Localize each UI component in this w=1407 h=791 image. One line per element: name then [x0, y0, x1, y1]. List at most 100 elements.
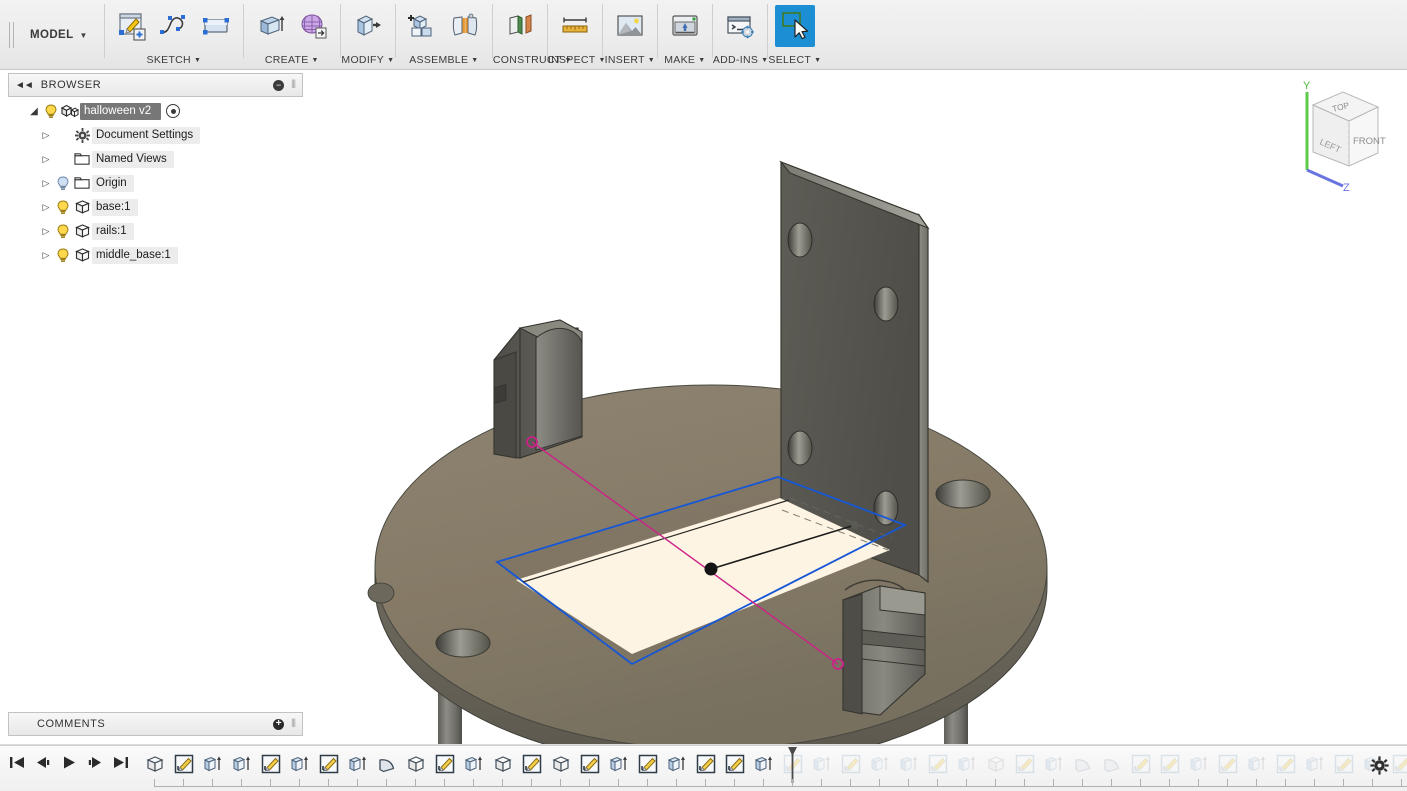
- step-forward-icon[interactable]: [86, 752, 103, 772]
- timeline-feature-extrude[interactable]: [952, 750, 981, 778]
- timeline-feature-box[interactable]: [981, 750, 1010, 778]
- press-pull-icon[interactable]: [348, 5, 388, 47]
- go-to-end-icon[interactable]: [112, 752, 129, 772]
- timeline-feature-sketch[interactable]: [1155, 750, 1184, 778]
- timeline-feature-extrude[interactable]: [894, 750, 923, 778]
- play-icon[interactable]: [60, 752, 77, 772]
- timeline-feature-sketch[interactable]: [633, 750, 662, 778]
- select-window-icon[interactable]: [774, 4, 815, 47]
- toolbar-group-label-insert[interactable]: INSERT ▼: [603, 54, 657, 66]
- timeline-feature-sketch[interactable]: [923, 750, 952, 778]
- joint-icon[interactable]: [445, 5, 485, 47]
- timeline-feature-extrude[interactable]: [1039, 750, 1068, 778]
- go-to-beginning-icon[interactable]: [8, 752, 25, 772]
- timeline-feature-box[interactable]: [401, 750, 430, 778]
- timeline-feature-sketch[interactable]: [720, 750, 749, 778]
- toolbar-group-label-construct[interactable]: CONSTRUCT ▼: [493, 54, 572, 66]
- timeline-feature-extrude[interactable]: [227, 750, 256, 778]
- timeline-feature-extrude[interactable]: [1184, 750, 1213, 778]
- toolbar-group-label-sketch[interactable]: SKETCH ▼: [105, 54, 243, 66]
- tree-item-named-views[interactable]: ▷ Named Views: [8, 147, 303, 171]
- create-form-icon[interactable]: [293, 5, 333, 47]
- timeline-feature-sketch[interactable]: [1126, 750, 1155, 778]
- timeline-feature-sketch[interactable]: [1213, 750, 1242, 778]
- panel-resize-grip[interactable]: ⦀: [291, 718, 296, 731]
- chevron-right-icon[interactable]: ▷: [38, 250, 54, 261]
- extrude-icon[interactable]: [251, 5, 291, 47]
- timeline-feature-sketch[interactable]: [1010, 750, 1039, 778]
- toolbar-group-label-select[interactable]: SELECT ▼: [768, 54, 822, 66]
- visibility-bulb-icon[interactable]: [54, 175, 72, 191]
- timeline-feature-extrude[interactable]: [749, 750, 778, 778]
- visibility-bulb-icon[interactable]: [54, 247, 72, 263]
- toolbar-group-label-create[interactable]: CREATE ▼: [244, 54, 340, 66]
- timeline-feature-sketch[interactable]: [1271, 750, 1300, 778]
- timeline-feature-sketch[interactable]: [691, 750, 720, 778]
- timeline-feature-sketch[interactable]: [517, 750, 546, 778]
- toolbar-group-label-modify[interactable]: MODIFY ▼: [341, 54, 395, 66]
- toolbar-group-label-addins[interactable]: ADD-INS ▼: [713, 54, 768, 66]
- scripts-addins-icon[interactable]: [720, 5, 760, 47]
- left-rail-bracket[interactable]: [493, 319, 583, 459]
- timeline-feature-extrude[interactable]: [285, 750, 314, 778]
- timeline-feature-sketch[interactable]: [256, 750, 285, 778]
- tree-item-base-1[interactable]: ▷ base:1: [8, 195, 303, 219]
- timeline-feature-extrude[interactable]: [865, 750, 894, 778]
- chevron-right-icon[interactable]: ▷: [38, 154, 54, 165]
- timeline-feature-extrude[interactable]: [807, 750, 836, 778]
- timeline-feature-sketch[interactable]: [836, 750, 865, 778]
- workspace-selector[interactable]: MODEL ▼: [22, 0, 104, 70]
- visibility-bulb-icon[interactable]: [54, 223, 72, 239]
- timeline-feature-sketch[interactable]: [1387, 750, 1407, 778]
- timeline-feature-extrude[interactable]: [459, 750, 488, 778]
- step-back-icon[interactable]: [34, 752, 51, 772]
- panel-resize-grip[interactable]: ⦀: [291, 79, 296, 92]
- tree-item-origin[interactable]: ▷ Origin: [8, 171, 303, 195]
- tree-item-halloween-v2[interactable]: ◢ halloween v2: [8, 99, 303, 123]
- spline-icon[interactable]: [154, 5, 194, 47]
- timeline-feature-extrude[interactable]: [1300, 750, 1329, 778]
- timeline-feature-fillet[interactable]: [372, 750, 401, 778]
- decal-icon[interactable]: [610, 5, 650, 47]
- measure-icon[interactable]: [555, 5, 595, 47]
- collapse-left-icon[interactable]: ◄◄: [15, 80, 34, 91]
- timeline-settings-icon[interactable]: [1370, 756, 1389, 780]
- sketch-endpoint[interactable]: [851, 521, 859, 529]
- timeline-feature-fillet[interactable]: [1068, 750, 1097, 778]
- timeline-feature-extrude[interactable]: [1242, 750, 1271, 778]
- timeline-feature-extrude[interactable]: [662, 750, 691, 778]
- tree-item-document-settings[interactable]: ▷ Document Settings: [8, 123, 303, 147]
- toolbar-group-label-inspect[interactable]: INSPECT ▼: [548, 54, 606, 66]
- chevron-right-icon[interactable]: ▷: [38, 226, 54, 237]
- sketch-center-point[interactable]: [704, 562, 718, 576]
- timeline-feature-sketch[interactable]: [169, 750, 198, 778]
- offset-plane-icon[interactable]: [500, 5, 540, 47]
- timeline-feature-fillet[interactable]: [1097, 750, 1126, 778]
- timeline-feature-sketch[interactable]: [314, 750, 343, 778]
- new-component-icon[interactable]: [403, 5, 443, 47]
- add-comment-icon[interactable]: +: [273, 718, 285, 730]
- timeline-feature-extrude[interactable]: [198, 750, 227, 778]
- chevron-right-icon[interactable]: ▷: [38, 178, 54, 189]
- timeline-feature-sketch[interactable]: [1329, 750, 1358, 778]
- chevron-right-icon[interactable]: ▷: [38, 130, 54, 141]
- toolbar-group-label-assemble[interactable]: ASSEMBLE ▼: [396, 54, 492, 66]
- visibility-bulb-icon[interactable]: [42, 103, 60, 119]
- minimize-icon[interactable]: −: [273, 79, 285, 91]
- timeline-feature-box[interactable]: [546, 750, 575, 778]
- timeline-marker[interactable]: [788, 747, 797, 783]
- create-sketch-icon[interactable]: [112, 5, 152, 47]
- chevron-right-icon[interactable]: ▷: [38, 202, 54, 213]
- timeline-track[interactable]: [140, 747, 1407, 789]
- timeline-feature-box[interactable]: [488, 750, 517, 778]
- tree-item-middle-base-1[interactable]: ▷ middle_base:1: [8, 243, 303, 267]
- tree-item-rails-1[interactable]: ▷ rails:1: [8, 219, 303, 243]
- timeline-feature-extrude[interactable]: [343, 750, 372, 778]
- timeline-feature-sketch[interactable]: [575, 750, 604, 778]
- rectangle-icon[interactable]: [196, 5, 236, 47]
- timeline-feature-sketch[interactable]: [430, 750, 459, 778]
- view-cube[interactable]: Y Z TOP LEFT FRONT: [1281, 74, 1401, 194]
- visibility-bulb-icon[interactable]: [54, 199, 72, 215]
- activate-component-icon[interactable]: [166, 104, 181, 118]
- 3d-print-icon[interactable]: [665, 5, 705, 47]
